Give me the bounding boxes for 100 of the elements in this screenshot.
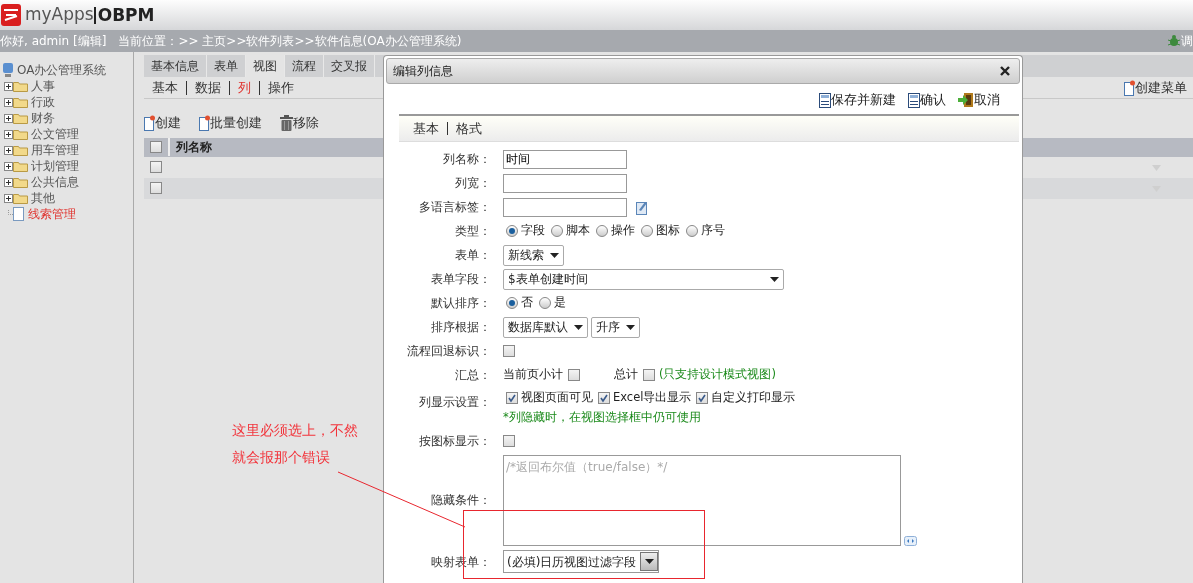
- close-icon: [1000, 66, 1010, 76]
- trash-icon: [280, 114, 293, 131]
- checkbox[interactable]: [506, 391, 518, 404]
- tree-item[interactable]: 计划管理: [31, 158, 79, 174]
- toolbar-button[interactable]: 批量创建: [210, 113, 268, 133]
- new-document-icon: [199, 114, 210, 131]
- radio-button[interactable]: [506, 225, 518, 237]
- caret-icon: [770, 276, 779, 282]
- form-icon: [908, 92, 920, 108]
- checkbox[interactable]: [696, 391, 709, 404]
- folder-icon: [13, 176, 28, 188]
- folder-icon: [13, 128, 28, 140]
- expand-editor-icon: [904, 535, 917, 546]
- subtab[interactable]: 基本: [144, 80, 186, 95]
- field-label: 列显示设置：: [418, 394, 491, 411]
- checkbox[interactable]: [150, 161, 162, 173]
- tree-item[interactable]: OA办公管理系统: [17, 62, 107, 78]
- dialog-title: 编辑列信息: [393, 63, 453, 80]
- field-label: 列名称：: [442, 151, 491, 168]
- subtab[interactable]: 列: [229, 80, 259, 95]
- radio-button[interactable]: [506, 297, 518, 309]
- folder-icon: [13, 96, 28, 108]
- option-label: 当前页小计: [503, 366, 563, 384]
- field-label: 表单：: [454, 247, 491, 264]
- expand-icon: [4, 113, 13, 123]
- greeting-text: 你好, admin [编辑]: [0, 33, 107, 50]
- checkbox[interactable]: [150, 141, 162, 153]
- dialog-button[interactable]: 保存并新建: [831, 90, 896, 110]
- toolbar-button[interactable]: 创建: [155, 113, 187, 133]
- tree-item[interactable]: 财务: [31, 110, 55, 126]
- tree-item[interactable]: 线索管理: [28, 206, 76, 222]
- toolbar-button[interactable]: 移除: [293, 113, 325, 133]
- checkbox[interactable]: [503, 345, 515, 357]
- mapping-select[interactable]: (必填)日历视图过滤字段: [503, 550, 660, 573]
- checkbox[interactable]: [568, 369, 580, 381]
- tree-item[interactable]: 用车管理: [31, 142, 79, 158]
- field-label: 多语言标签：: [418, 199, 491, 216]
- text-field[interactable]: [503, 173, 627, 193]
- checkbox[interactable]: [150, 182, 162, 194]
- radio-button[interactable]: [596, 225, 608, 237]
- option-label: 脚本: [566, 222, 590, 240]
- expand-icon: [4, 161, 13, 171]
- checkbox[interactable]: [598, 391, 610, 404]
- new-document-icon: [1124, 79, 1135, 96]
- tab[interactable]: 视图: [246, 55, 285, 77]
- field-label: 类型：: [454, 223, 491, 240]
- field-label: 表单字段：: [430, 271, 491, 288]
- caret-icon: [574, 324, 583, 330]
- text-field[interactable]: [503, 197, 627, 217]
- tree-item[interactable]: 其他: [31, 190, 55, 206]
- tab[interactable]: 交叉报: [324, 55, 375, 77]
- tree-item[interactable]: 公文管理: [31, 126, 79, 142]
- breadcrumb-text: 当前位置：>> 主页>>软件列表>>软件信息(OA办公管理系统): [118, 33, 462, 50]
- tree-item[interactable]: 行政: [31, 94, 55, 110]
- expand-icon: [4, 177, 13, 187]
- expand-icon: [4, 81, 13, 91]
- subtab[interactable]: 操作: [259, 80, 302, 95]
- subtab[interactable]: 数据: [186, 80, 229, 95]
- option-label: 字段: [521, 222, 545, 240]
- checkbox[interactable]: [503, 434, 515, 447]
- option-label: 视图页面可见: [521, 389, 593, 406]
- expand-icon: [4, 193, 13, 203]
- field-label: 流程回退标识：: [406, 343, 491, 360]
- condition-textarea[interactable]: /*返回布尔值（true/false）*/: [503, 454, 901, 546]
- radio-button[interactable]: [539, 297, 551, 309]
- tree-item[interactable]: 公共信息: [31, 174, 79, 190]
- folder-icon: [13, 80, 28, 92]
- dialog-tab[interactable]: 格式: [447, 122, 490, 135]
- select-field[interactable]: 新线索: [503, 244, 564, 266]
- radio-button[interactable]: [686, 225, 698, 237]
- radio-button[interactable]: [641, 225, 653, 237]
- option-label: 自定义打印显示: [711, 389, 796, 406]
- field-label: 列宽：: [454, 175, 491, 192]
- caret-icon: [626, 324, 635, 330]
- tab[interactable]: 基本信息: [144, 55, 207, 77]
- page-icon: [13, 207, 25, 221]
- field-label: 汇总：: [454, 367, 491, 384]
- checkbox[interactable]: [643, 369, 655, 381]
- expand-icon: [4, 145, 13, 155]
- folder-icon: [13, 112, 28, 124]
- hint-text: (只支持设计模式视图): [659, 366, 776, 384]
- field-label: 排序根据：: [430, 319, 491, 336]
- create-menu-button[interactable]: 创建菜单: [1135, 77, 1193, 98]
- option-label: 操作: [611, 222, 635, 240]
- logo-icon: [0, 2, 22, 28]
- dialog-button[interactable]: 确认: [920, 90, 946, 110]
- tab[interactable]: 流程: [285, 55, 324, 77]
- radio-button[interactable]: [551, 225, 563, 237]
- dialog-button[interactable]: 取消: [974, 90, 1000, 110]
- text-field[interactable]: 时间: [503, 149, 627, 169]
- select-field[interactable]: 升序: [591, 316, 640, 338]
- column-header: 列名称: [168, 138, 212, 156]
- select-field[interactable]: 数据库默认: [503, 316, 588, 338]
- bug-icon: [1167, 34, 1181, 48]
- option-label: 是: [554, 294, 566, 312]
- tree-item[interactable]: 人事: [31, 78, 55, 94]
- computer-icon: [2, 62, 14, 78]
- dialog-tab[interactable]: 基本: [405, 122, 447, 135]
- option-label: 图标: [656, 222, 680, 240]
- select-field[interactable]: $表单创建时间: [503, 268, 784, 290]
